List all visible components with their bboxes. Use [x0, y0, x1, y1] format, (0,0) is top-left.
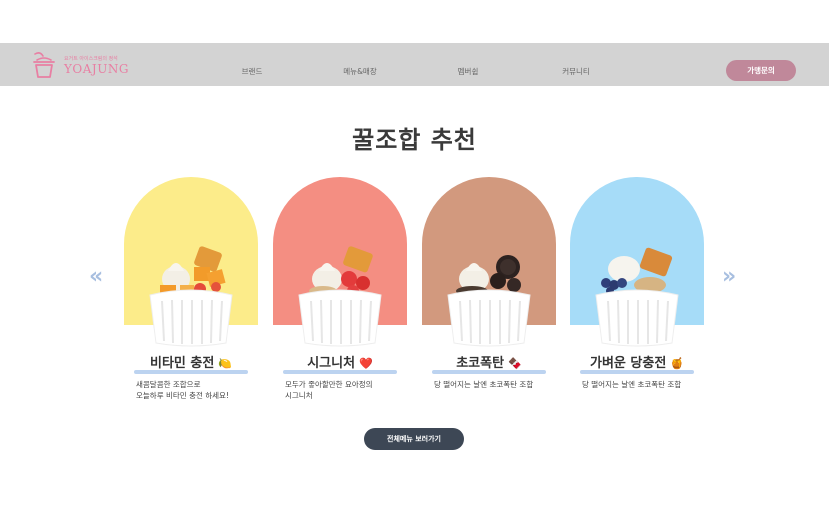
- logo-tagline: 요거트 아이스크림의 정석: [64, 56, 118, 62]
- card-description: 당 떨어지는 날엔 초코폭탄 조합: [582, 379, 712, 390]
- card-description-line: 당 떨어지는 날엔 초코폭탄 조합: [582, 380, 682, 389]
- lemon-icon: 🍋: [218, 357, 233, 370]
- card-description-line: 모두가 좋아할만한 요아정의: [285, 380, 373, 389]
- card-underline: [134, 370, 248, 374]
- nav-item-brand[interactable]: 브랜드: [242, 66, 263, 77]
- carousel-prev-icon[interactable]: «: [89, 263, 103, 291]
- yogurt-cup-image: [447, 255, 531, 347]
- card-description: 당 떨어지는 날엔 초코폭탄 조합: [434, 379, 564, 390]
- card-description: 모두가 좋아할만한 요아정의 시그니처: [285, 379, 415, 401]
- card-description-line: 시그니처: [285, 391, 313, 400]
- card-title: 초코폭탄 🍫: [422, 352, 556, 371]
- card-description-line: 오늘하루 비타민 충전 하세요!: [136, 391, 229, 400]
- card-description-line: 새콤달콤한 조합으로: [136, 380, 201, 389]
- card-description: 새콤달콤한 조합으로 오늘하루 비타민 충전 하세요!: [136, 379, 266, 401]
- yogurt-cup-image: [298, 246, 382, 347]
- card-description-line: 당 떨어지는 날엔 초코폭탄 조합: [434, 380, 534, 389]
- top-navbar: 요거트 아이스크림의 정석 YOAJUNG 브랜드 메뉴&매장 멤버쉽 커뮤니티: [0, 43, 829, 86]
- combo-card-vitamin[interactable]: 비타민 충전 🍋 새콤달콤한 조합으로 오늘하루 비타민 충전 하세요!: [124, 177, 258, 407]
- brand-logo[interactable]: 요거트 아이스크림의 정석 YOAJUNG: [31, 51, 141, 79]
- combo-card-signature[interactable]: 시그니처 ❤️ 모두가 좋아할만한 요아정의 시그니처: [273, 177, 407, 407]
- nav-item-membership[interactable]: 멤버쉽: [458, 66, 479, 77]
- heart-icon: ❤️: [359, 357, 373, 370]
- yogurt-cup-image: [149, 246, 233, 347]
- honey-icon: 🍯: [670, 357, 684, 370]
- yogurt-cup-icon: [33, 52, 55, 78]
- card-title-text: 가벼운 당충전: [590, 356, 667, 371]
- franchise-inquiry-button[interactable]: 가맹문의: [726, 60, 796, 81]
- view-all-menu-button[interactable]: 전체메뉴 보러가기: [364, 428, 464, 450]
- card-title: 가벼운 당충전 🍯: [570, 352, 704, 371]
- card-underline: [580, 370, 694, 374]
- card-title-text: 비타민 충전: [149, 356, 215, 371]
- nav-item-menu-store[interactable]: 메뉴&매장: [343, 66, 376, 77]
- card-underline: [432, 370, 546, 374]
- card-title: 시그니처 ❤️: [273, 352, 407, 371]
- card-title: 비타민 충전 🍋: [124, 352, 258, 371]
- nav-item-community[interactable]: 커뮤니티: [562, 66, 590, 77]
- chocolate-icon: 🍫: [508, 357, 522, 370]
- card-underline: [283, 370, 397, 374]
- combo-card-choco[interactable]: 초코폭탄 🍫 당 떨어지는 날엔 초코폭탄 조합: [422, 177, 556, 407]
- card-title-text: 초코폭탄: [456, 356, 505, 371]
- card-title-text: 시그니처: [307, 356, 356, 371]
- yogurt-cup-image: [595, 247, 679, 347]
- carousel-next-icon[interactable]: »: [722, 263, 736, 291]
- combo-card-light-sugar[interactable]: 가벼운 당충전 🍯 당 떨어지는 날엔 초코폭탄 조합: [570, 177, 704, 407]
- section-title: 꿀조합 추천: [352, 126, 477, 154]
- logo-wordmark: YOAJUNG: [64, 62, 129, 76]
